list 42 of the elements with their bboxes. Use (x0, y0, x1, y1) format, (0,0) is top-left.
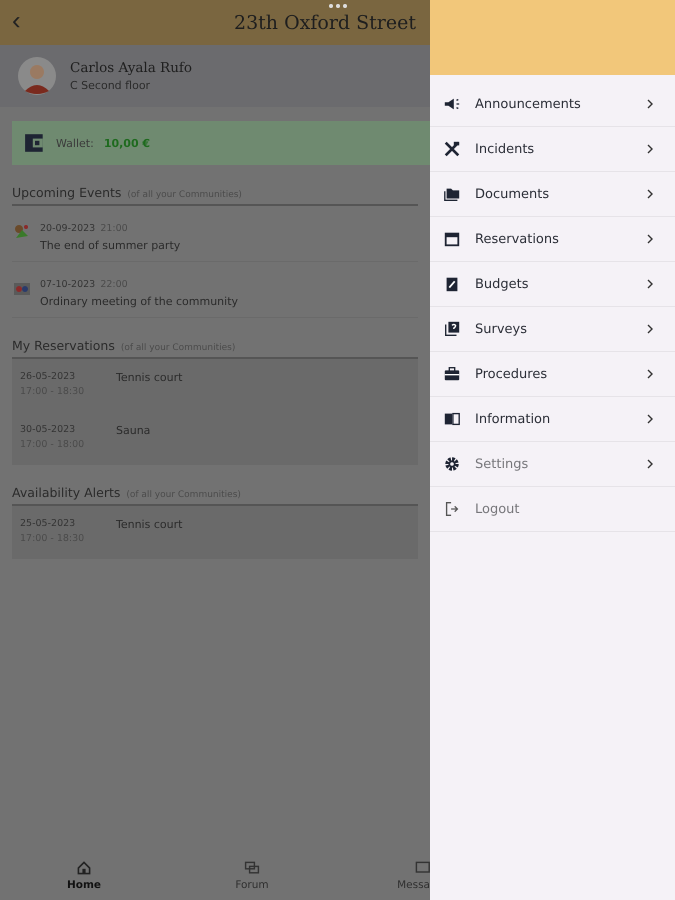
section-title: Upcoming Events (12, 185, 122, 200)
briefcase-icon (443, 365, 461, 383)
reservation-date: 30-05-2023 (20, 424, 76, 435)
settings-icon (443, 455, 461, 473)
menu-item[interactable]: Reservations (430, 217, 675, 262)
nav-tab[interactable]: Forum (168, 860, 336, 890)
facility-name[interactable]: Tennis court (116, 518, 182, 531)
user-unit: C Second floor (70, 79, 152, 92)
wallet-amount: 10,00 € (104, 136, 150, 150)
home-icon (76, 860, 92, 876)
menu-item[interactable]: Incidents (430, 127, 675, 172)
menu-item[interactable]: Documents (430, 172, 675, 217)
question-icon (443, 320, 461, 338)
back-button[interactable]: ‹ (0, 5, 40, 40)
menu-item[interactable]: Information (430, 397, 675, 442)
event-date: 20-09-2023 (40, 223, 96, 234)
menu-item[interactable]: Announcements (430, 82, 675, 127)
event-title[interactable]: The end of summer party (40, 239, 180, 252)
user-name: Carlos Ayala Rufo (70, 60, 192, 76)
nav-tab[interactable]: Messa (336, 860, 430, 890)
menu-item[interactable]: Surveys (430, 307, 675, 352)
wallet-card[interactable]: Wallet: 10,00 € (12, 121, 430, 165)
wallet-label: Wallet: (56, 136, 94, 150)
section-title: Availability Alerts (12, 485, 120, 500)
facility-name[interactable]: Sauna (116, 424, 150, 437)
more-icon[interactable] (328, 3, 348, 9)
page-title: 23th Oxford Street (233, 12, 417, 34)
forum-icon (244, 860, 260, 876)
menu-item[interactable]: Budgets (430, 262, 675, 307)
calendar-icon (443, 230, 461, 248)
book-icon (443, 410, 461, 428)
menu-item[interactable]: Procedures (430, 352, 675, 397)
section-title: My Reservations (12, 338, 115, 353)
event-title[interactable]: Ordinary meeting of the community (40, 295, 238, 308)
avatar (18, 57, 56, 95)
message-icon (414, 860, 430, 876)
reservation-date: 26-05-2023 (20, 371, 76, 382)
logout-icon (443, 500, 461, 518)
facility-name[interactable]: Tennis court (116, 371, 182, 384)
reservation-date: 25-05-2023 (20, 518, 76, 529)
event-date: 07-10-2023 (40, 279, 96, 290)
nav-tab[interactable]: Home (0, 860, 168, 890)
